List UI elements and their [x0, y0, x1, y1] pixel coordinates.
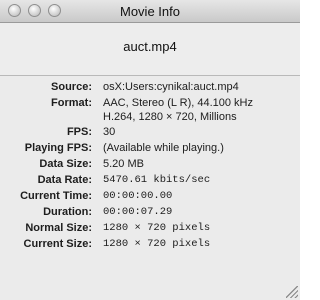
info-list: Source: osX:Users:cynikal:auct.mp4 Format:… — [0, 80, 300, 253]
info-value-line: 1280 × 720 pixels — [103, 238, 211, 250]
info-value: 5.20 MB — [103, 157, 144, 171]
info-value-line: 30 — [103, 126, 116, 138]
info-value-line: H.264, 1280 × 720, Millions — [103, 111, 237, 123]
info-label: Normal Size: — [25, 222, 92, 234]
info-label: Data Rate: — [37, 174, 92, 186]
info-label: Format: — [51, 97, 92, 109]
info-label: Playing FPS: — [24, 142, 92, 154]
info-value: AAC, Stereo (L R), 44.100 kHz H.264, 1280… — [103, 96, 253, 124]
info-value-line: 1280 × 720 pixels — [103, 222, 211, 234]
info-value-line: (Available while playing.) — [103, 142, 224, 154]
resize-grip-icon[interactable] — [286, 286, 298, 298]
info-label: Current Size: — [23, 238, 92, 250]
info-value: 00:00:00.00 — [103, 189, 172, 203]
info-row-duration: Duration: 00:00:07.29 — [0, 205, 300, 221]
info-value: (Available while playing.) — [103, 141, 224, 155]
info-label: Current Time: — [20, 190, 92, 202]
info-value: 30 — [103, 125, 115, 139]
filename-header: auct.mp4 — [0, 23, 300, 76]
info-row-datarate: Data Rate: 5470.61 kbits/sec — [0, 173, 300, 189]
info-label: Source: — [51, 81, 92, 93]
info-row-format: Format: AAC, Stereo (L R), 44.100 kHz H.26… — [0, 96, 300, 125]
info-value: osX:Users:cynikal:auct.mp4 — [103, 80, 239, 94]
info-value-line: 5.20 MB — [103, 158, 144, 170]
window-title: Movie Info — [120, 4, 180, 19]
info-value-line: 00:00:00.00 — [103, 190, 173, 202]
info-row-normalsize: Normal Size: 1280 × 720 pixels — [0, 221, 300, 237]
movie-filename: auct.mp4 — [123, 39, 177, 54]
movie-info-window: Movie Info auct.mp4 Source: osX:Users:cyn… — [0, 0, 300, 300]
info-label: Data Size: — [39, 158, 92, 170]
info-value: 1280 × 720 pixels — [103, 237, 210, 251]
info-value-line: 5470.61 kbits/sec — [103, 174, 211, 186]
title-bar[interactable]: Movie Info — [0, 0, 300, 23]
info-value-line: 00:00:07.29 — [103, 206, 173, 218]
info-row-currenttime: Current Time: 00:00:00.00 — [0, 189, 300, 205]
info-value: 1280 × 720 pixels — [103, 221, 210, 235]
info-value: 5470.61 kbits/sec — [103, 173, 210, 187]
info-value-line: AAC, Stereo (L R), 44.100 kHz — [103, 97, 253, 109]
info-value-line: osX:Users:cynikal:auct.mp4 — [103, 81, 239, 93]
info-row-source: Source: osX:Users:cynikal:auct.mp4 — [0, 80, 300, 96]
info-row-playingfps: Playing FPS: (Available while playing.) — [0, 141, 300, 157]
info-value: 00:00:07.29 — [103, 205, 172, 219]
info-label: Duration: — [43, 206, 92, 218]
info-row-fps: FPS: 30 — [0, 125, 300, 141]
info-label: FPS: — [66, 126, 92, 138]
info-row-datasize: Data Size: 5.20 MB — [0, 157, 300, 173]
info-row-currentsize: Current Size: 1280 × 720 pixels — [0, 237, 300, 253]
